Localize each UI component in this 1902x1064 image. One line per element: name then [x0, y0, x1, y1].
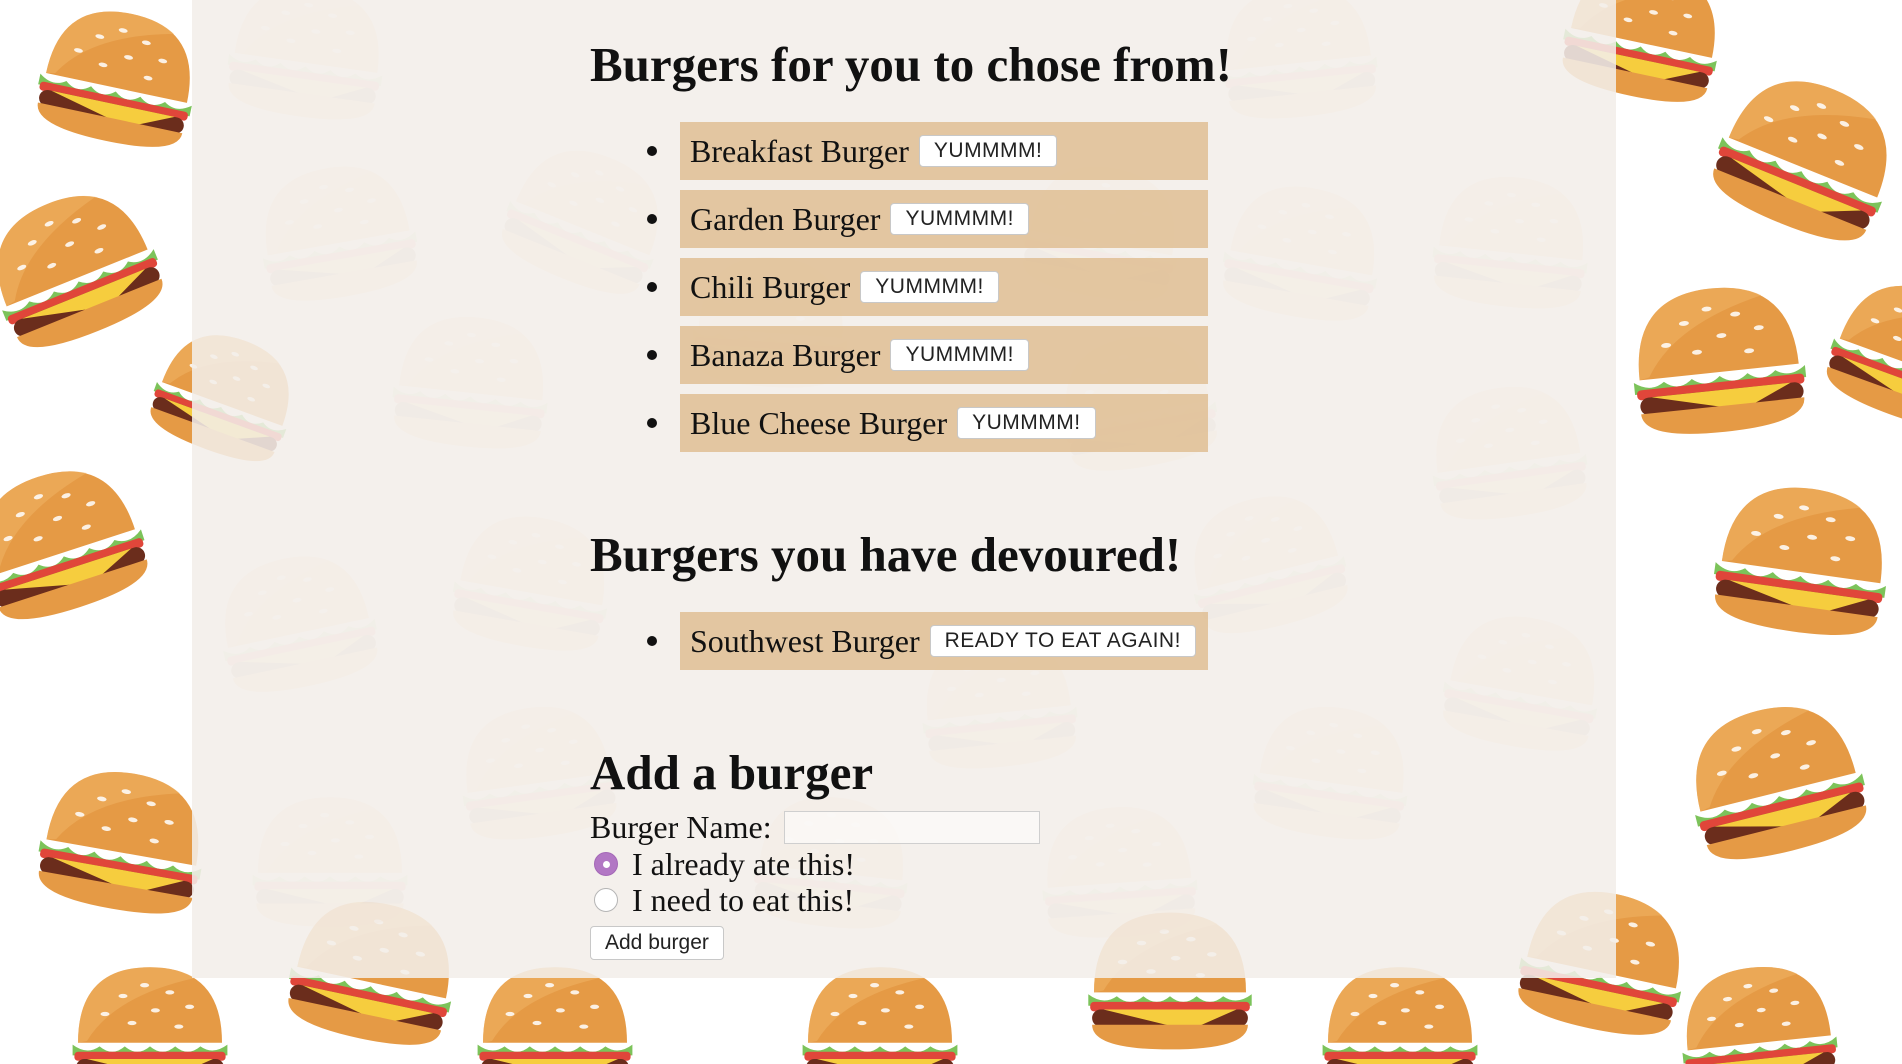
burger-card: Chili Burger YUMMMM!: [680, 258, 1208, 316]
radio-ate-label: I already ate this!: [632, 845, 855, 882]
radio-need-button[interactable]: [594, 888, 618, 912]
bullet-icon: [647, 282, 657, 292]
devoured-burgers-heading: Burgers you have devoured!: [590, 527, 1182, 582]
devour-button[interactable]: YUMMMM!: [890, 339, 1029, 371]
burger-name: Garden Burger: [690, 200, 881, 237]
devour-button[interactable]: YUMMMM!: [957, 407, 1096, 439]
name-row: Burger Name:: [590, 808, 1190, 846]
burger-card: Garden Burger YUMMMM!: [680, 190, 1208, 248]
radio-ate-button[interactable]: [594, 852, 618, 876]
add-burger-button[interactable]: Add burger: [590, 926, 724, 960]
devour-button[interactable]: YUMMMM!: [890, 203, 1029, 235]
burger-name: Breakfast Burger: [690, 132, 909, 169]
bullet-icon: [647, 350, 657, 360]
radio-need-label: I need to eat this!: [632, 881, 855, 918]
burger-card: Southwest Burger READY TO EAT AGAIN!: [680, 612, 1208, 670]
burger-name: Southwest Burger: [690, 622, 920, 659]
bullet-icon: [647, 418, 657, 428]
bullet-icon: [647, 214, 657, 224]
eat-again-button[interactable]: READY TO EAT AGAIN!: [929, 625, 1196, 657]
bullet-icon: [647, 146, 657, 156]
burger-card: Banaza Burger YUMMMM!: [680, 326, 1208, 384]
burger-name: Banaza Burger: [690, 336, 881, 373]
burger-name-input[interactable]: [783, 810, 1040, 844]
available-burgers-heading: Burgers for you to chose from!: [590, 37, 1232, 92]
add-burger-heading: Add a burger: [590, 745, 874, 800]
devour-button[interactable]: YUMMMM!: [860, 271, 999, 303]
bullet-icon: [647, 636, 657, 646]
burger-card: Blue Cheese Burger YUMMMM!: [680, 394, 1208, 452]
burger-name: Chili Burger: [690, 268, 851, 305]
add-burger-form: Burger Name: I already ate this! I need …: [590, 808, 1190, 960]
burger-name: Blue Cheese Burger: [690, 404, 948, 441]
main-panel: Burgers for you to chose from! Breakfast…: [192, 0, 1616, 978]
radio-ate-row[interactable]: I already ate this!: [594, 846, 1190, 882]
burger-name-label: Burger Name:: [590, 808, 772, 845]
radio-need-row[interactable]: I need to eat this!: [594, 882, 1190, 918]
devour-button[interactable]: YUMMMM!: [918, 135, 1058, 167]
burger-card: Breakfast Burger YUMMMM!: [680, 122, 1208, 180]
